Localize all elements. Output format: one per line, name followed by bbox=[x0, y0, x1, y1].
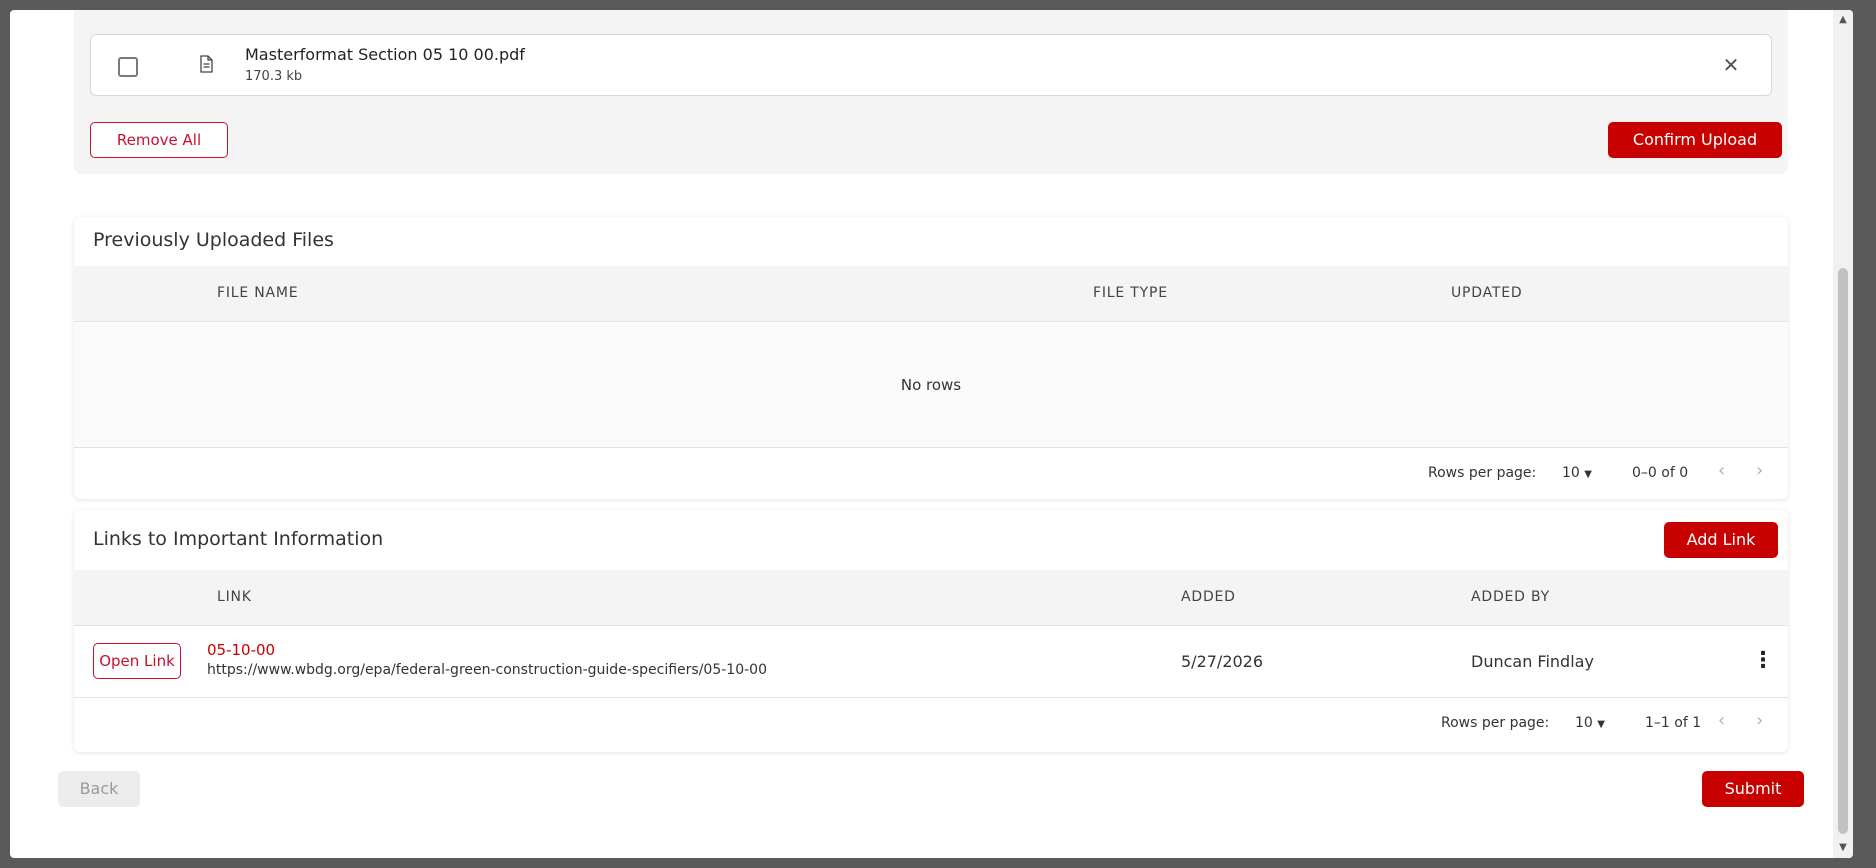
column-header-file-name[interactable]: FILE NAME bbox=[217, 285, 298, 301]
previously-uploaded-files-card: Previously Uploaded Files FILE NAME FILE… bbox=[74, 217, 1788, 499]
chevron-right-icon[interactable]: › bbox=[1756, 710, 1763, 731]
column-header-file-type[interactable]: FILE TYPE bbox=[1093, 285, 1168, 301]
section-title: Links to Important Information bbox=[93, 528, 384, 550]
file-select-checkbox[interactable] bbox=[118, 57, 138, 77]
caret-down-icon: ▼ bbox=[1597, 719, 1605, 730]
rows-per-page-value: 10 bbox=[1575, 715, 1593, 731]
link-url: https://www.wbdg.org/epa/federal-green-c… bbox=[207, 662, 767, 678]
column-header-added[interactable]: ADDED bbox=[1181, 589, 1236, 605]
chevron-right-icon[interactable]: › bbox=[1756, 460, 1763, 481]
remove-all-button[interactable]: Remove All bbox=[90, 122, 228, 158]
column-header-link[interactable]: LINK bbox=[217, 589, 252, 605]
link-added-date: 5/27/2026 bbox=[1181, 652, 1264, 671]
table-pagination: Rows per page: 10 ▼ 1–1 of 1 ‹ › bbox=[74, 698, 1788, 748]
table-row: Open Link 05-10-00 https://www.wbdg.org/… bbox=[74, 626, 1788, 698]
add-link-button[interactable]: Add Link bbox=[1664, 522, 1778, 558]
upload-panel: Masterformat Section 05 10 00.pdf 170.3 … bbox=[74, 10, 1788, 174]
rows-per-page-value: 10 bbox=[1562, 465, 1580, 481]
back-button[interactable]: Back bbox=[58, 771, 140, 807]
pagination-range: 1–1 of 1 bbox=[1645, 715, 1702, 731]
table-header: FILE NAME FILE TYPE UPDATED bbox=[74, 266, 1788, 322]
file-size: 170.3 kb bbox=[245, 69, 303, 84]
rows-per-page-label: Rows per page: bbox=[1428, 465, 1537, 481]
section-title: Previously Uploaded Files bbox=[93, 229, 334, 251]
scrollbar-thumb[interactable] bbox=[1838, 268, 1848, 834]
column-header-updated[interactable]: UPDATED bbox=[1451, 285, 1523, 301]
rows-per-page-select[interactable]: 10 ▼ bbox=[1575, 715, 1605, 731]
scroll-down-icon[interactable]: ▼ bbox=[1833, 840, 1853, 856]
more-vertical-icon[interactable]: ⋮ bbox=[1752, 648, 1774, 674]
confirm-upload-button[interactable]: Confirm Upload bbox=[1608, 122, 1782, 158]
vertical-scrollbar[interactable]: ▲ ▼ bbox=[1833, 10, 1853, 858]
upload-modal: Masterformat Section 05 10 00.pdf 170.3 … bbox=[10, 10, 1853, 858]
close-icon[interactable]: ✕ bbox=[1719, 53, 1743, 77]
link-title[interactable]: 05-10-00 bbox=[207, 641, 275, 659]
open-link-button[interactable]: Open Link bbox=[93, 643, 181, 679]
rows-per-page-label: Rows per page: bbox=[1441, 715, 1550, 731]
important-links-card: Links to Important Information Add Link … bbox=[74, 510, 1788, 752]
scroll-up-icon[interactable]: ▲ bbox=[1833, 12, 1853, 28]
chevron-left-icon[interactable]: ‹ bbox=[1718, 710, 1725, 731]
chevron-left-icon[interactable]: ‹ bbox=[1718, 460, 1725, 481]
column-header-added-by[interactable]: ADDED BY bbox=[1471, 589, 1550, 605]
pending-file-row: Masterformat Section 05 10 00.pdf 170.3 … bbox=[90, 34, 1772, 96]
table-pagination: Rows per page: 10 ▼ 0–0 of 0 ‹ › bbox=[74, 448, 1788, 498]
pagination-range: 0–0 of 0 bbox=[1632, 465, 1689, 481]
rows-per-page-select[interactable]: 10 ▼ bbox=[1562, 465, 1592, 481]
file-name: Masterformat Section 05 10 00.pdf bbox=[245, 45, 525, 64]
no-rows-text: No rows bbox=[900, 376, 962, 394]
file-document-icon bbox=[199, 55, 213, 73]
submit-button[interactable]: Submit bbox=[1702, 771, 1804, 807]
caret-down-icon: ▼ bbox=[1584, 469, 1592, 480]
empty-table-body: No rows bbox=[74, 323, 1788, 448]
link-added-by: Duncan Findlay bbox=[1471, 652, 1594, 671]
table-header: LINK ADDED ADDED BY bbox=[74, 570, 1788, 626]
